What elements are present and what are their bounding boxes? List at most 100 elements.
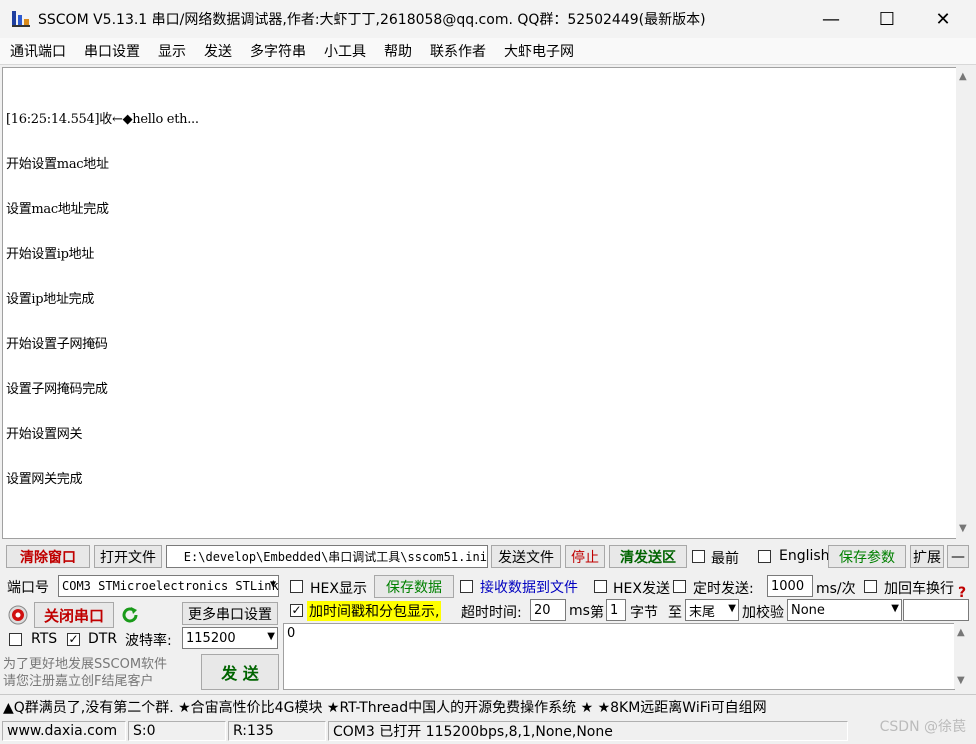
timed-send-label: 定时发送: xyxy=(693,581,754,597)
baud-label: 波特率: xyxy=(125,633,172,649)
scroll-up-icon[interactable]: ▲ xyxy=(959,71,967,82)
checksum-result-field xyxy=(903,599,969,621)
chevron-down-icon: ▼ xyxy=(269,579,276,590)
menu-help[interactable]: 帮助 xyxy=(375,41,421,61)
receive-area[interactable]: [16:25:14.554]收←◆hello eth... 开始设置mac地址 … xyxy=(2,67,957,539)
baud-select[interactable]: 115200 ▼ xyxy=(182,627,278,649)
menu-send[interactable]: 发送 xyxy=(195,41,241,61)
baud-select-value: 115200 xyxy=(186,630,236,646)
receive-line: 开始设置ip地址 xyxy=(6,247,95,262)
expand-button[interactable]: 扩展 xyxy=(910,545,944,568)
close-button[interactable]: ✕ xyxy=(914,0,972,38)
refresh-icon[interactable] xyxy=(119,604,141,626)
dtr-label: DTR xyxy=(88,631,118,647)
promo-line: 请您注册嘉立创F结尾客户 xyxy=(3,674,154,689)
hex-display-checkbox[interactable] xyxy=(290,580,303,593)
collapse-button[interactable]: — xyxy=(947,545,969,568)
byte-from-input[interactable]: 1 xyxy=(606,599,626,621)
timed-unit-label: ms/次 xyxy=(816,581,856,597)
checksum-value: None xyxy=(791,602,825,618)
menu-tools[interactable]: 小工具 xyxy=(315,41,375,61)
save-params-button[interactable]: 保存参数 xyxy=(828,545,906,568)
file-path-field[interactable]: E:\develop\Embedded\串口调试工具\sscom51.ini xyxy=(166,545,488,568)
scroll-down-icon[interactable]: ▼ xyxy=(959,523,967,534)
menu-multi-string[interactable]: 多字符串 xyxy=(241,41,315,61)
hex-display-label: HEX显示 xyxy=(310,581,367,597)
chevron-down-icon: ▼ xyxy=(267,631,275,642)
close-port-button[interactable]: 关闭串口 xyxy=(34,602,114,628)
receive-to-file-checkbox[interactable] xyxy=(460,580,473,593)
port-select-value: COM3 STMicroelectronics STLink xyxy=(62,579,279,593)
promo-line: 为了更好地发展SSCOM软件 xyxy=(3,657,168,672)
byte-from-suffix: 字节 xyxy=(630,605,658,621)
menu-bar: 通讯端口 串口设置 显示 发送 多字符串 小工具 帮助 联系作者 大虾电子网 xyxy=(0,38,976,65)
send-area[interactable]: 0 xyxy=(283,623,955,690)
byte-to-label: 至 xyxy=(668,605,682,621)
chevron-down-icon: ▼ xyxy=(891,603,899,614)
add-crlf-checkbox[interactable] xyxy=(864,580,877,593)
menu-comm-port[interactable]: 通讯端口 xyxy=(0,41,75,61)
save-data-button[interactable]: 保存数据 xyxy=(374,575,454,598)
app-icon xyxy=(12,11,30,27)
status-sent-count: S:0 xyxy=(128,721,226,741)
more-port-settings-button[interactable]: 更多串口设置 xyxy=(182,602,278,625)
chevron-down-icon: ▼ xyxy=(728,603,736,614)
hex-send-label: HEX发送 xyxy=(613,581,670,597)
receive-line: [16:25:14.554]收←◆hello eth... xyxy=(6,112,199,127)
menu-daxia-site[interactable]: 大虾电子网 xyxy=(495,41,583,61)
timeout-input[interactable]: 20 xyxy=(530,599,566,621)
receive-line: 开始设置mac地址 xyxy=(6,157,109,172)
maximize-button[interactable]: ☐ xyxy=(858,0,916,38)
status-site[interactable]: www.daxia.com xyxy=(2,721,126,741)
status-bar: www.daxia.com S:0 R:135 COM3 已打开 115200b… xyxy=(0,718,976,744)
promo-text: 为了更好地发展SSCOM软件 请您注册嘉立创F结尾客户 xyxy=(3,656,167,690)
checksum-label: 加校验 xyxy=(742,605,784,621)
timestamp-checkbox[interactable]: ✓ xyxy=(290,604,303,617)
port-label: 端口号 xyxy=(7,580,49,596)
timed-interval-input[interactable]: 1000 xyxy=(767,575,813,597)
receive-log: [16:25:14.554]收←◆hello eth... 开始设置mac地址 … xyxy=(6,82,199,517)
stop-button[interactable]: 停止 xyxy=(565,545,605,568)
menu-serial-settings[interactable]: 串口设置 xyxy=(75,41,149,61)
scroll-down-icon[interactable]: ▼ xyxy=(957,675,965,686)
title-bar: SSCOM V5.13.1 串口/网络数据调试器,作者:大虾丁丁,2618058… xyxy=(0,0,976,38)
topmost-checkbox[interactable] xyxy=(692,550,705,563)
receive-scrollbar[interactable]: ▲ ▼ xyxy=(956,67,973,539)
receive-line: 开始设置子网掩码 xyxy=(6,337,108,352)
timed-send-checkbox[interactable] xyxy=(673,580,686,593)
byte-from-prefix: 第 xyxy=(590,605,604,621)
timeout-unit-label: ms xyxy=(569,603,590,619)
english-checkbox[interactable] xyxy=(758,550,771,563)
checksum-select[interactable]: None ▼ xyxy=(787,599,902,621)
topmost-label: 最前 xyxy=(711,551,739,567)
clear-send-button[interactable]: 清发送区 xyxy=(609,545,687,568)
clear-window-button[interactable]: 清除窗口 xyxy=(6,545,90,568)
watermark: CSDN @徐苠 xyxy=(879,719,966,735)
dtr-checkbox[interactable]: ✓ xyxy=(67,633,80,646)
send-button[interactable]: 发 送 xyxy=(201,654,279,690)
open-file-button[interactable]: 打开文件 xyxy=(94,545,162,568)
timestamp-label: 加时间戳和分包显示, xyxy=(307,601,442,621)
scroll-up-icon[interactable]: ▲ xyxy=(957,627,965,638)
rts-checkbox[interactable] xyxy=(9,633,22,646)
receive-line: 开始设置网关 xyxy=(6,427,83,442)
port-select[interactable]: COM3 STMicroelectronics STLink ▼ xyxy=(58,575,279,597)
send-file-button[interactable]: 发送文件 xyxy=(491,545,561,568)
english-label: English xyxy=(779,548,830,564)
minimize-button[interactable]: — xyxy=(802,0,860,38)
menu-contact-author[interactable]: 联系作者 xyxy=(421,41,495,61)
hex-send-checkbox[interactable] xyxy=(594,580,607,593)
news-ticker[interactable]: ▲Q群满员了,没有第二个群. ★合宙高性价比4G模块 ★RT-Thread中国人… xyxy=(0,694,976,717)
window-title: SSCOM V5.13.1 串口/网络数据调试器,作者:大虾丁丁,2618058… xyxy=(38,12,706,28)
port-status-icon xyxy=(8,605,28,625)
status-port-state: COM3 已打开 115200bps,8,1,None,None xyxy=(328,721,848,741)
byte-to-value: 末尾 xyxy=(689,604,716,620)
receive-line: 设置网关完成 xyxy=(6,472,83,487)
menu-display[interactable]: 显示 xyxy=(149,41,195,61)
send-content: 0 xyxy=(287,626,296,641)
add-crlf-label: 加回车换行 xyxy=(884,581,954,597)
send-scrollbar[interactable]: ▲ ▼ xyxy=(954,623,972,689)
receive-to-file-label: 接收数据到文件 xyxy=(480,580,578,596)
ticker-text: ▲Q群满员了,没有第二个群. ★合宙高性价比4G模块 ★RT-Thread中国人… xyxy=(3,700,767,716)
byte-to-select[interactable]: 末尾 ▼ xyxy=(685,599,739,621)
